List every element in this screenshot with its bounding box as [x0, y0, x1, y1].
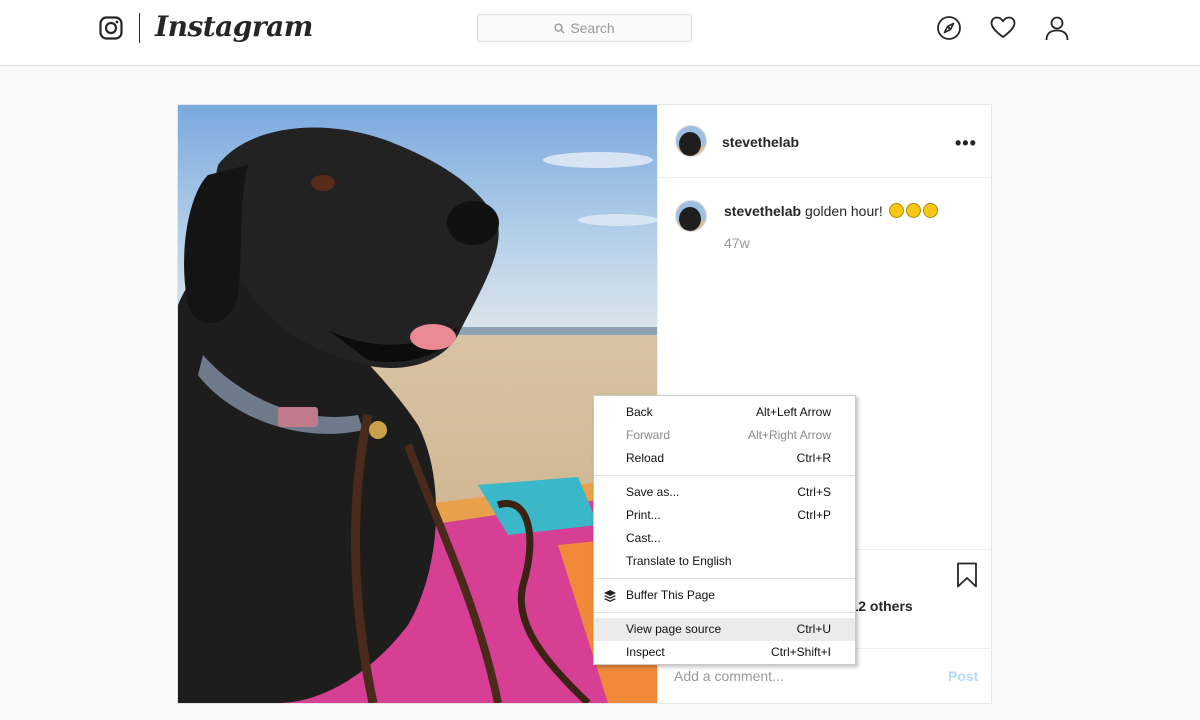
- top-navigation-bar: Instagram Search: [0, 0, 1200, 66]
- menu-separator: [594, 612, 855, 613]
- avatar[interactable]: [675, 200, 707, 232]
- menu-item-label: Reload: [626, 451, 665, 465]
- menu-item-label: Back: [626, 405, 653, 419]
- menu-item-label: Cast...: [626, 531, 661, 545]
- post-card: stevethelab ••• stevethelab golden hour!…: [177, 104, 992, 704]
- menu-item-view-page-source[interactable]: View page source Ctrl+U: [594, 618, 855, 641]
- menu-item-shortcut: Alt+Left Arrow: [755, 405, 831, 419]
- menu-item-shortcut: Ctrl+S: [797, 485, 831, 499]
- menu-item-shortcut: Ctrl+Shift+I: [770, 645, 831, 659]
- browser-context-menu: Back Alt+Left Arrow Forward Alt+Right Ar…: [593, 395, 856, 665]
- menu-item-shortcut: Ctrl+R: [796, 451, 831, 465]
- menu-item-label: Print...: [626, 508, 661, 522]
- menu-item-label: Translate to English: [626, 554, 732, 568]
- bookmark-icon[interactable]: [956, 562, 978, 588]
- caption-username[interactable]: stevethelab: [724, 203, 801, 219]
- menu-item-buffer-this-page[interactable]: Buffer This Page: [594, 584, 855, 607]
- caption-body: golden hour!: [804, 203, 883, 219]
- dog-on-beach-photo: [178, 105, 657, 703]
- menu-item-label: Inspect: [626, 645, 665, 659]
- menu-item-label: Forward: [626, 428, 671, 442]
- post-username[interactable]: stevethelab: [722, 134, 799, 150]
- menu-separator: [594, 578, 855, 579]
- logo-divider: [139, 13, 140, 43]
- menu-item-back[interactable]: Back Alt+Left Arrow: [594, 401, 855, 424]
- instagram-wordmark[interactable]: Instagram: [155, 10, 313, 43]
- sun-emoji-icon: [888, 203, 904, 218]
- profile-icon[interactable]: [1044, 15, 1070, 41]
- heart-icon[interactable]: [990, 15, 1016, 41]
- menu-item-label: Save as...: [626, 485, 680, 499]
- comment-input[interactable]: Add a comment...: [674, 668, 784, 684]
- menu-item-label: View page source: [626, 622, 722, 636]
- more-options-icon[interactable]: •••: [955, 133, 977, 154]
- search-input[interactable]: Search: [477, 14, 692, 42]
- menu-item-print[interactable]: Print... Ctrl+P: [594, 504, 855, 527]
- menu-item-translate[interactable]: Translate to English: [594, 550, 855, 573]
- search-icon: [554, 22, 565, 34]
- compass-icon[interactable]: [936, 15, 962, 41]
- menu-item-cast[interactable]: Cast...: [594, 527, 855, 550]
- sun-emoji-icon: [922, 203, 938, 218]
- menu-item-save-as[interactable]: Save as... Ctrl+S: [594, 481, 855, 504]
- caption-text: stevethelab golden hour!: [724, 202, 938, 220]
- menu-item-reload[interactable]: Reload Ctrl+R: [594, 447, 855, 470]
- menu-item-shortcut: Ctrl+U: [796, 622, 831, 636]
- menu-item-forward[interactable]: Forward Alt+Right Arrow: [594, 424, 855, 447]
- instagram-logo-icon[interactable]: [99, 16, 123, 40]
- post-header: stevethelab •••: [658, 105, 991, 178]
- sun-emoji-icon: [905, 203, 921, 218]
- menu-separator: [594, 475, 855, 476]
- post-photo[interactable]: [178, 105, 657, 703]
- buffer-icon: [604, 590, 616, 602]
- post-comment-button[interactable]: Post: [948, 668, 978, 684]
- menu-item-shortcut: Ctrl+P: [797, 508, 831, 522]
- search-placeholder: Search: [570, 20, 615, 36]
- post-timestamp[interactable]: 47w: [724, 235, 750, 251]
- menu-item-inspect[interactable]: Inspect Ctrl+Shift+I: [594, 641, 855, 664]
- menu-item-shortcut: Alt+Right Arrow: [747, 428, 831, 442]
- menu-item-label: Buffer This Page: [626, 588, 715, 602]
- avatar[interactable]: [675, 125, 707, 157]
